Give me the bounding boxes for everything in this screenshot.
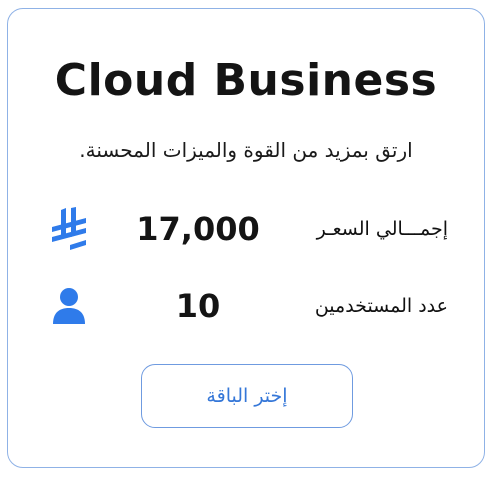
plan-card: Cloud Business ارتق بمزيد من القوة والمي… [7, 8, 485, 468]
choose-plan-button[interactable]: إختر الباقة [141, 364, 353, 428]
user-icon [46, 281, 92, 331]
total-price-value: 17,000 [136, 210, 260, 248]
users-count-value: 10 [175, 287, 221, 325]
price-row: 17,000 إجمـــالي السعـر [8, 204, 484, 254]
plan-title: Cloud Business [54, 55, 438, 106]
users-count-label: عدد المستخدمين [314, 295, 448, 317]
users-row: 10 عدد المستخدمين [8, 281, 484, 331]
total-price-label: إجمـــالي السعـر [316, 218, 448, 240]
riyal-currency-icon [46, 204, 92, 254]
plan-subtitle: ارتق بمزيد من القوة والميزات المحسنة. [79, 138, 413, 162]
